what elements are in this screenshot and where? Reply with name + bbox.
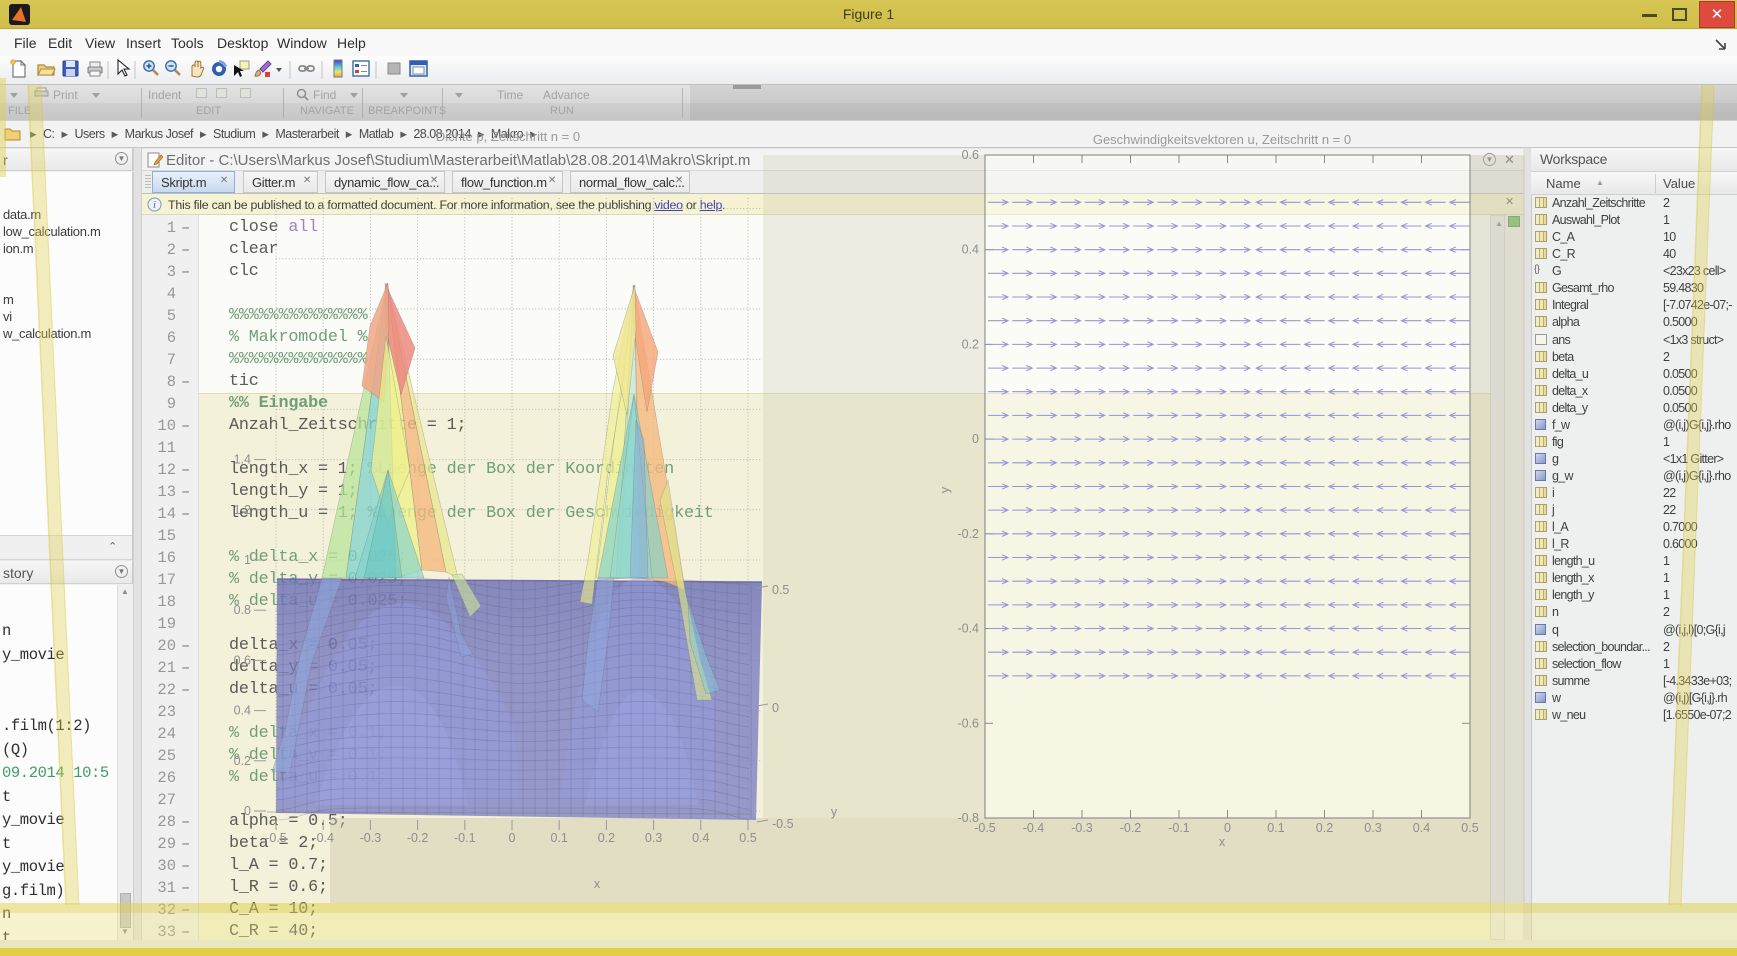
svg-text:0.6: 0.6	[234, 653, 251, 667]
svg-text:0.2: 0.2	[598, 831, 615, 845]
svg-text:0.5: 0.5	[1461, 821, 1478, 835]
svg-text:y: y	[938, 486, 952, 493]
svg-text:-0.1: -0.1	[454, 831, 476, 845]
svg-text:-0.6: -0.6	[957, 716, 979, 730]
svg-text:0.4: 0.4	[692, 831, 709, 845]
svg-text:-0.4: -0.4	[957, 622, 979, 636]
svg-text:-0.5: -0.5	[974, 821, 996, 835]
svg-text:Dichte p, Zeitschritt n = 0: Dichte p, Zeitschritt n = 0	[436, 129, 580, 144]
svg-text:-0.2: -0.2	[957, 527, 979, 541]
svg-text:-0.5: -0.5	[772, 817, 794, 831]
svg-text:-0.3: -0.3	[360, 831, 382, 845]
svg-text:0: 0	[509, 831, 516, 845]
svg-text:-0.5: -0.5	[265, 831, 287, 845]
svg-text:0.2: 0.2	[1316, 821, 1333, 835]
svg-text:0.4: 0.4	[234, 704, 251, 718]
svg-text:0: 0	[244, 804, 251, 818]
svg-text:0.5: 0.5	[739, 831, 756, 845]
svg-text:-0.1: -0.1	[1168, 821, 1190, 835]
svg-text:1: 1	[244, 553, 251, 567]
svg-text:-0.3: -0.3	[1071, 821, 1093, 835]
svg-text:-0.4: -0.4	[1023, 821, 1045, 835]
svg-text:-0.2: -0.2	[407, 831, 429, 845]
svg-text:0: 0	[1224, 821, 1231, 835]
svg-text:-0.4: -0.4	[312, 831, 334, 845]
svg-text:0.1: 0.1	[1267, 821, 1284, 835]
svg-text:0.2: 0.2	[962, 337, 979, 351]
svg-text:0.1: 0.1	[551, 831, 568, 845]
svg-text:0.8: 0.8	[234, 603, 251, 617]
svg-text:-0.2: -0.2	[1120, 821, 1142, 835]
svg-text:0: 0	[972, 432, 979, 446]
svg-text:0.5: 0.5	[772, 583, 789, 597]
svg-text:0.4: 0.4	[962, 243, 979, 257]
svg-text:0: 0	[772, 701, 779, 715]
svg-text:Geschwindigkeitsvektoren u, Ze: Geschwindigkeitsvektoren u, Zeitschritt …	[1093, 132, 1351, 147]
svg-text:1.2: 1.2	[234, 503, 251, 517]
svg-text:0.3: 0.3	[1364, 821, 1381, 835]
svg-text:y: y	[831, 805, 838, 819]
svg-text:0.2: 0.2	[234, 754, 251, 768]
svg-text:1.4: 1.4	[234, 453, 251, 467]
svg-text:i: i	[153, 200, 156, 211]
svg-text:0.4: 0.4	[1413, 821, 1430, 835]
svg-text:0.6: 0.6	[962, 148, 979, 162]
svg-text:x: x	[1219, 835, 1226, 849]
svg-text:x: x	[594, 877, 601, 891]
svg-text:0.3: 0.3	[645, 831, 662, 845]
